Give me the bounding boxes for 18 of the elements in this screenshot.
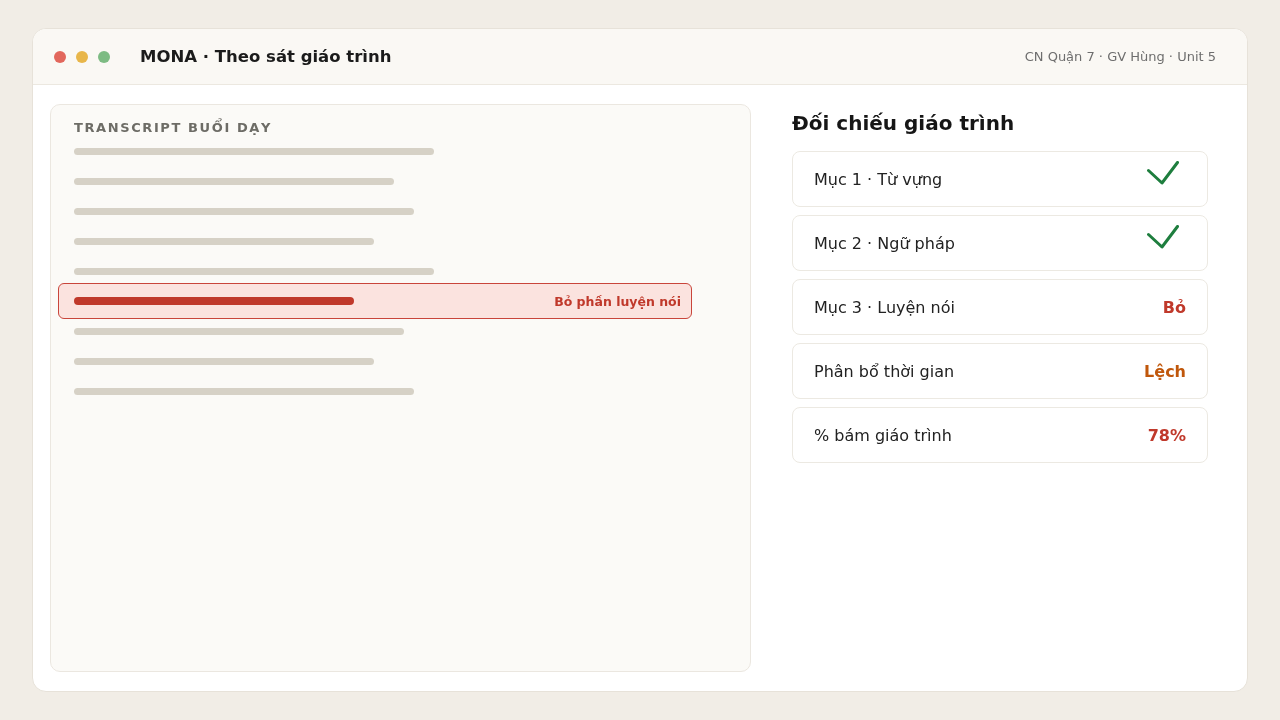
window-control-icon[interactable] (98, 50, 110, 63)
section-title: Đối chiếu giáo trình (792, 110, 1015, 136)
check-label: Mục 2 · Ngữ pháp (814, 233, 955, 253)
session-context: CN Quận 7 · GV Hùng · Unit 5 (1024, 49, 1216, 64)
check-result: Lệch (1144, 361, 1186, 381)
flag-note: Bỏ phần luyện nói (554, 293, 681, 309)
check-result: 78% (1147, 425, 1186, 445)
check-icon (1147, 161, 1179, 185)
check-label: Mục 1 · Từ vựng (814, 169, 943, 189)
window-control-icon[interactable] (76, 50, 88, 63)
check-label: Mục 3 · Luyện nói (814, 297, 955, 317)
window-title: MONA · Theo sát giáo trình (140, 47, 392, 66)
check-label: Phân bổ thời gian (814, 361, 955, 381)
check-label: % bám giáo trình (814, 425, 952, 445)
check-icon (1147, 225, 1179, 249)
check-result: Bỏ (1162, 297, 1186, 317)
panel-title: TRANSCRIPT BUỔI DẠY (74, 119, 273, 136)
window-control-icon[interactable] (54, 50, 66, 63)
